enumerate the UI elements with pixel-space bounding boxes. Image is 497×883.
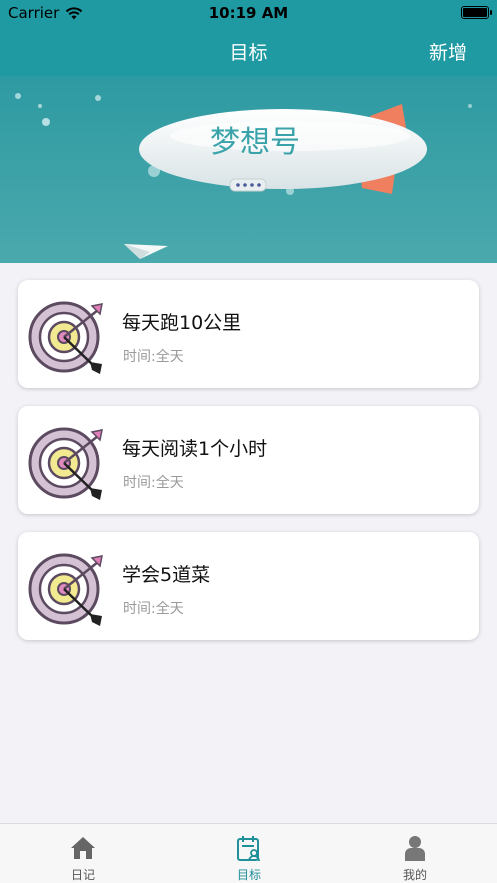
goal-time: 时间:全天 <box>123 475 184 491</box>
goal-time: 时间:全天 <box>123 349 184 365</box>
house-icon <box>71 837 95 859</box>
tab-label: 目标 <box>236 868 261 882</box>
status-time: 10:19 AM <box>208 4 289 22</box>
target-icon <box>28 301 103 374</box>
target-icon <box>28 553 103 626</box>
battery-icon <box>461 6 492 19</box>
goal-time: 时间:全天 <box>123 601 184 617</box>
airship-illustration: 梦想号 <box>0 76 497 263</box>
status-bar: Carrier 10:19 AM <box>0 0 497 26</box>
calendar-person-icon <box>237 836 260 862</box>
goal-title: 学会5道菜 <box>122 564 211 586</box>
goal-title: 每天跑10公里 <box>122 312 242 334</box>
tab-mine[interactable]: 我的 <box>332 824 497 883</box>
goal-card[interactable]: 学会5道菜 时间:全天 <box>18 532 479 640</box>
add-goal-button[interactable]: 新增 <box>429 38 467 65</box>
person-icon <box>405 836 425 861</box>
goal-card[interactable]: 每天阅读1个小时 时间:全天 <box>18 406 479 514</box>
page-title: 目标 <box>229 42 268 64</box>
target-icon <box>28 427 103 500</box>
tab-goals[interactable]: 目标 <box>166 824 332 883</box>
nav-bar: 目标 新增 <box>0 26 497 76</box>
banner-image: 梦想号 <box>0 76 497 263</box>
tab-label: 日记 <box>70 868 95 882</box>
goal-title: 每天阅读1个小时 <box>122 438 268 460</box>
goal-list: 每天跑10公里 时间:全天 每天阅读1个小时 时间:全天 学会5道菜 时间:全天 <box>18 280 479 658</box>
tab-diary[interactable]: 日记 <box>0 824 166 883</box>
goal-card[interactable]: 每天跑10公里 时间:全天 <box>18 280 479 388</box>
tab-label: 我的 <box>402 868 427 882</box>
tab-bar: 日记 目标 我的 <box>0 823 497 883</box>
airship-name: 梦想号 <box>210 125 300 160</box>
